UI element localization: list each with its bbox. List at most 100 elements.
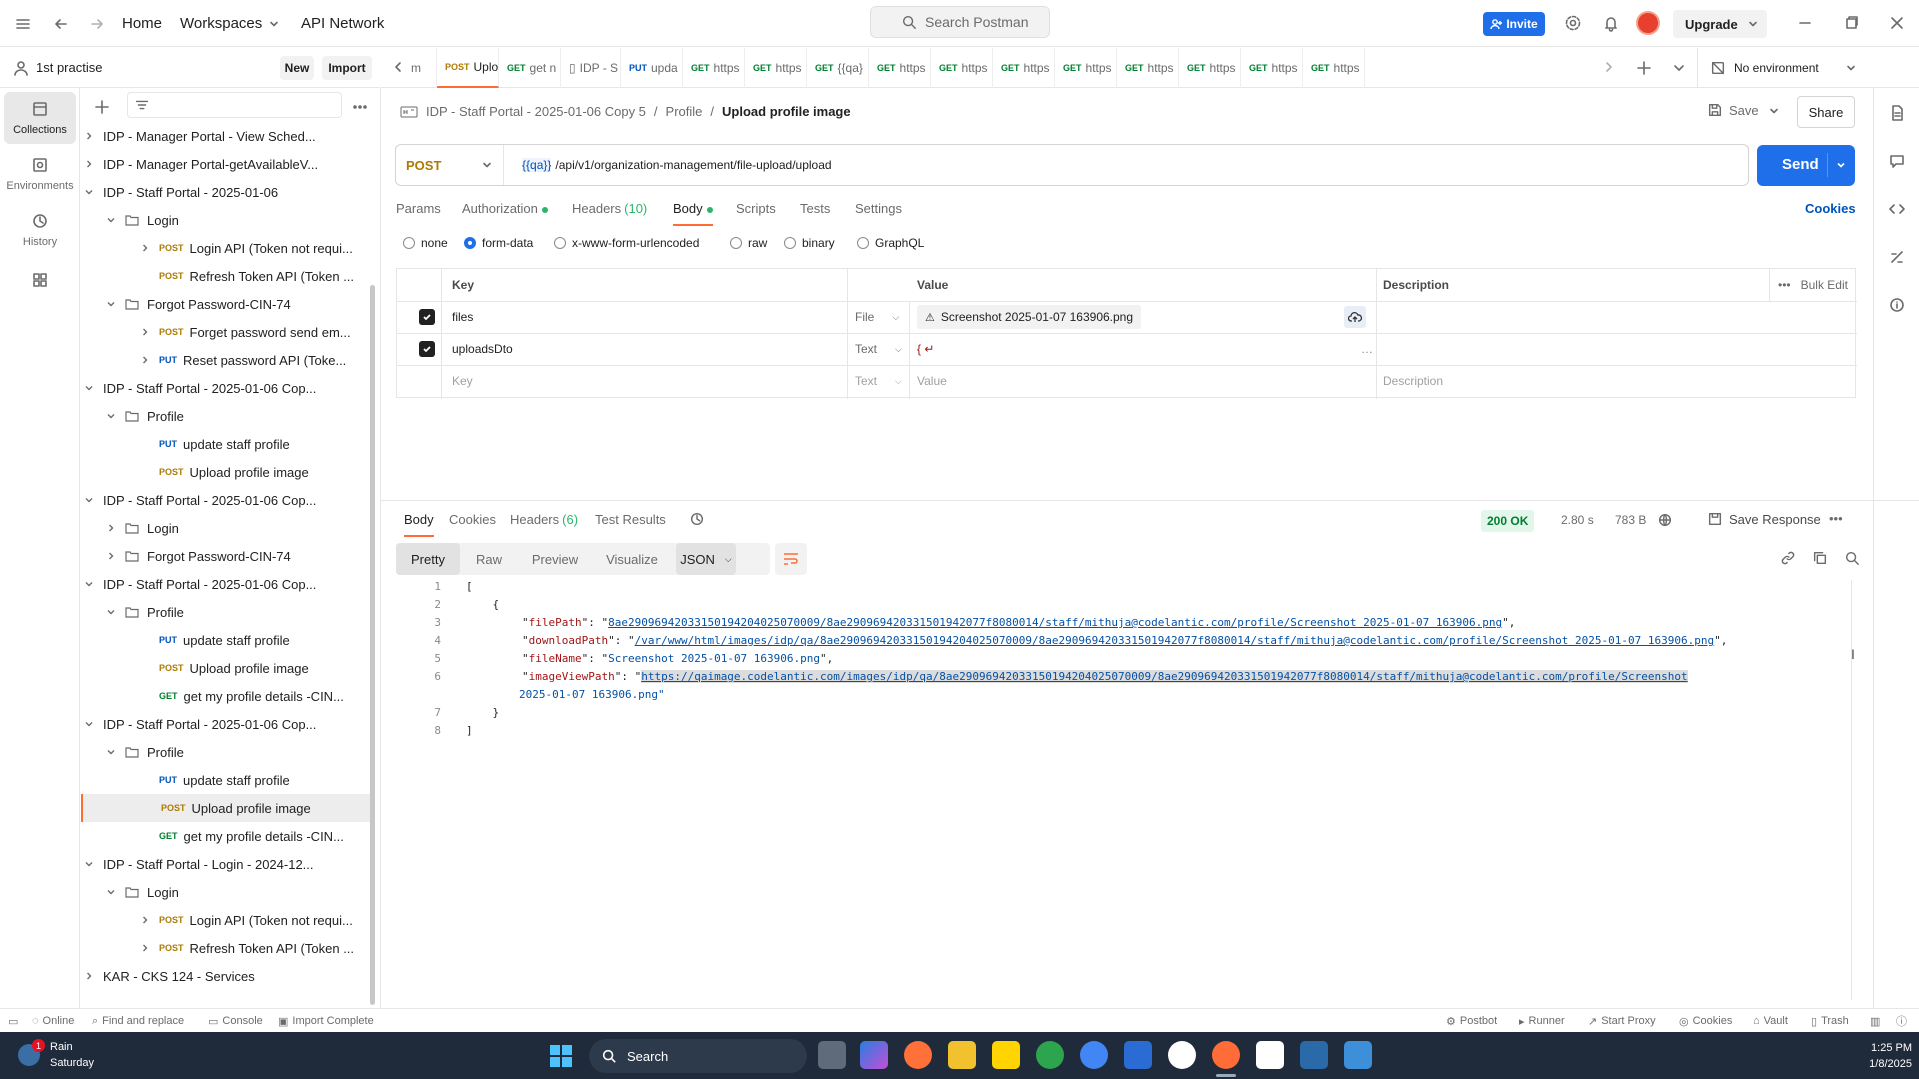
chevron-down-icon[interactable]: [83, 858, 95, 870]
folder-item[interactable]: Forgot Password-CIN-74: [81, 290, 371, 318]
request-tab[interactable]: GET https: [745, 48, 807, 88]
new-value-input[interactable]: Value: [917, 365, 947, 397]
file-explorer-icon[interactable]: [948, 1041, 976, 1069]
new-tab-icon[interactable]: [1635, 59, 1653, 77]
sticky-notes-icon[interactable]: [992, 1041, 1020, 1069]
minimize-icon[interactable]: [1796, 14, 1814, 32]
cloud-upload-icon[interactable]: [1344, 306, 1366, 328]
back-icon[interactable]: [52, 15, 70, 33]
collection-item[interactable]: IDP - Staff Portal - Login - 2024-12...: [81, 850, 371, 878]
taskbar-search[interactable]: Search: [589, 1039, 807, 1073]
nav-home[interactable]: Home: [122, 15, 162, 32]
folder-item[interactable]: Login: [81, 878, 371, 906]
request-tab[interactable]: m: [403, 48, 437, 88]
status-import[interactable]: ▣ Import Complete: [278, 1009, 374, 1033]
folder-item[interactable]: Profile: [81, 738, 371, 766]
json-value[interactable]: /var/www/html/images/idp/qa/8ae290969420…: [635, 634, 1714, 647]
collection-item[interactable]: IDP - Manager Portal - View Sched...: [81, 122, 371, 150]
send-button[interactable]: Send: [1757, 145, 1855, 186]
link-icon[interactable]: [1780, 550, 1796, 566]
request-tab[interactable]: PUT upda: [621, 48, 683, 88]
folder-item[interactable]: Login: [81, 206, 371, 234]
globe-icon[interactable]: [1657, 512, 1673, 528]
bell-icon[interactable]: [1602, 14, 1620, 32]
request-section-tab[interactable]: Authorization: [462, 201, 548, 216]
format-select[interactable]: JSON ⌵: [676, 543, 736, 575]
request-tab[interactable]: GET get n: [499, 48, 561, 88]
row-type-select[interactable]: File ⌵: [855, 301, 899, 333]
chevron-down-icon[interactable]: [1835, 159, 1847, 171]
request-tab[interactable]: GET {{qa}: [807, 48, 869, 88]
chevron-right-icon[interactable]: [139, 354, 151, 366]
sidebar-scrollbar[interactable]: [370, 285, 375, 1005]
chrome-profile-icon[interactable]: [1080, 1041, 1108, 1069]
json-value[interactable]: https://qaimage.codelantic.com/images/id…: [641, 670, 1688, 683]
status-postbot[interactable]: ⚙ Postbot: [1446, 1009, 1497, 1033]
teams-icon[interactable]: [1124, 1041, 1152, 1069]
body-type-radio[interactable]: x-www-form-urlencoded: [554, 236, 699, 250]
chevron-down-icon[interactable]: [105, 214, 117, 226]
request-item[interactable]: POST Refresh Token API (Token ...: [81, 934, 371, 962]
new-key-input[interactable]: Key: [452, 365, 473, 397]
request-tab[interactable]: GET https: [683, 48, 745, 88]
chevron-down-icon[interactable]: [83, 578, 95, 590]
response-tab[interactable]: Headers (6): [510, 512, 578, 527]
request-item[interactable]: POST Forget password send em...: [81, 318, 371, 346]
chevron-down-icon[interactable]: [83, 186, 95, 198]
info-icon[interactable]: [1888, 296, 1906, 314]
avatar[interactable]: [1636, 11, 1660, 35]
radio-circle[interactable]: [857, 237, 869, 249]
radio-circle[interactable]: [403, 237, 415, 249]
chevron-right-icon[interactable]: [139, 326, 151, 338]
chevron-right-icon[interactable]: [105, 522, 117, 534]
chevron-right-icon[interactable]: [83, 158, 95, 170]
body-type-radio[interactable]: GraphQL: [857, 236, 924, 250]
collection-item[interactable]: KAR - CKS 124 - Services: [81, 962, 371, 990]
body-type-radio[interactable]: raw: [730, 236, 767, 250]
row-checkbox[interactable]: [419, 309, 435, 325]
response-time[interactable]: 2.80 s: [1561, 513, 1594, 527]
status-badge[interactable]: 200 OK: [1481, 510, 1535, 532]
request-section-tab[interactable]: Tests: [800, 201, 830, 216]
chevron-right-icon[interactable]: [83, 970, 95, 982]
forward-icon[interactable]: [88, 15, 106, 33]
chevron-down-icon[interactable]: [105, 746, 117, 758]
rail-environments[interactable]: Environments: [4, 148, 76, 200]
save-response-button[interactable]: Save Response: [1707, 511, 1821, 527]
vs-icon[interactable]: [1300, 1041, 1328, 1069]
more-options-icon[interactable]: •••: [1778, 278, 1791, 292]
chevron-down-icon[interactable]: [105, 298, 117, 310]
history-clock-icon[interactable]: [689, 511, 705, 527]
chevron-right-icon[interactable]: [139, 942, 151, 954]
new-button[interactable]: New: [280, 56, 314, 80]
cookies-link[interactable]: Cookies: [1805, 201, 1856, 216]
collection-item[interactable]: IDP - Manager Portal-getAvailableV...: [81, 150, 371, 178]
breadcrumb-collection[interactable]: IDP - Staff Portal - 2025-01-06 Copy 5: [426, 104, 646, 119]
request-item[interactable]: POST Upload profile image: [81, 794, 371, 822]
request-tab[interactable]: GET https: [1241, 48, 1303, 88]
share-button[interactable]: Share: [1797, 96, 1855, 128]
request-section-tab[interactable]: Params: [396, 201, 441, 216]
task-view-icon[interactable]: [818, 1041, 846, 1069]
request-section-tab[interactable]: Headers (10): [572, 201, 647, 216]
chevron-down-icon[interactable]: [83, 382, 95, 394]
url-input[interactable]: {{qa}} /api/v1/organization-management/f…: [522, 145, 832, 185]
body-type-radio[interactable]: form-data: [464, 236, 533, 250]
notepad-icon[interactable]: [1344, 1041, 1372, 1069]
radio-circle[interactable]: [554, 237, 566, 249]
new-description-input[interactable]: Description: [1383, 365, 1443, 397]
folder-item[interactable]: Profile: [81, 402, 371, 430]
radio-circle[interactable]: [464, 237, 476, 249]
request-item[interactable]: POST Refresh Token API (Token ...: [81, 262, 371, 290]
method-select[interactable]: POST: [396, 145, 504, 185]
request-tab[interactable]: GET https: [869, 48, 931, 88]
github-icon[interactable]: [1168, 1041, 1196, 1069]
json-value[interactable]: 8ae2909694203315019420402507000​9/8ae290…: [608, 616, 1502, 629]
copy-icon[interactable]: [1812, 550, 1828, 566]
request-tab[interactable]: ▯ IDP - S: [561, 48, 621, 88]
collection-item[interactable]: IDP - Staff Portal - 2025-01-06 Cop...: [81, 486, 371, 514]
row-checkbox[interactable]: [419, 341, 435, 357]
chevron-down-icon[interactable]: [105, 410, 117, 422]
view-visualize[interactable]: Visualize: [592, 543, 672, 575]
request-tab[interactable]: GET https: [1179, 48, 1241, 88]
